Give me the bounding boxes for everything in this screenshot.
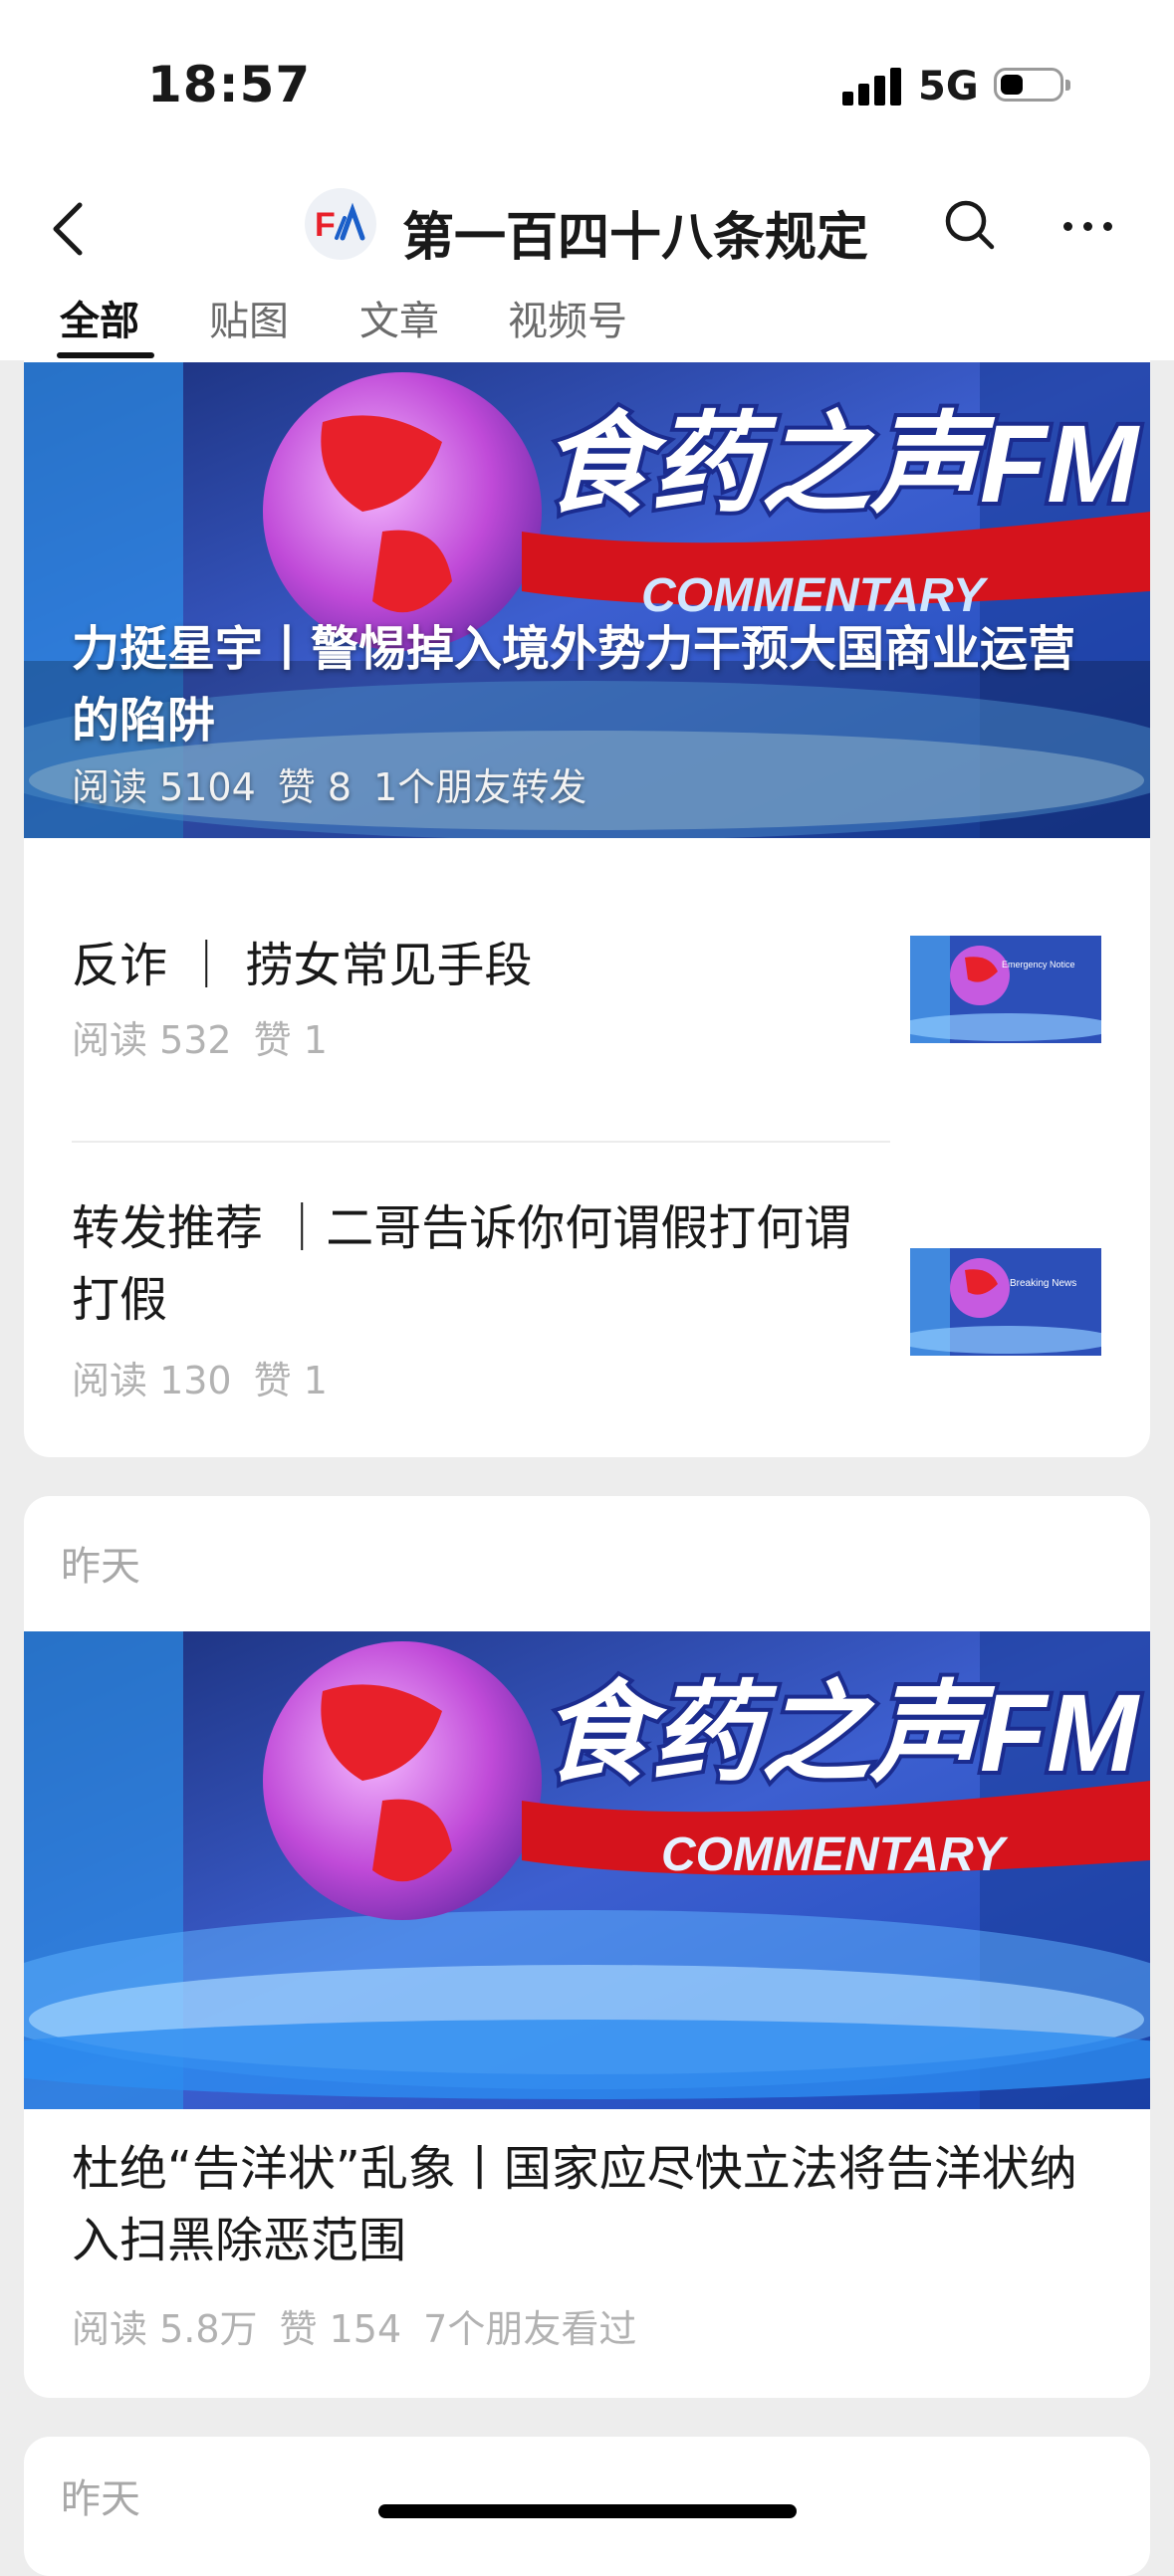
home-indicator[interactable] [378,2504,797,2518]
featured-title[interactable]: 杜绝“告洋状”乱象丨国家应尽快立法将告洋状纳入扫黑除恶范围 [72,2133,1107,2276]
top-bar: 18:57 5G F 第一百四十八条规定 全部 贴图 文章 视频号 [0,0,1174,360]
row-divider [72,1141,890,1143]
account-logo-icon: F [315,202,365,244]
like-count: 赞 1 [253,1359,328,1402]
like-count: 赞 1 [253,1018,328,1062]
featured-article[interactable]: 食药之声FM COMMENTARY 力挺星宇丨警惕掉入境外势力干预大国商业运营的… [24,362,1150,838]
group-date: 昨天 [61,1544,140,1590]
tab-channels[interactable]: 视频号 [508,289,627,346]
account-name: 第一百四十八条规定 [402,208,869,268]
read-count: 阅读 532 [72,1018,232,1062]
article-title: 反诈 ｜ 捞女常见手段 [72,938,533,993]
commentary-text: COMMENTARY [661,1828,1009,1881]
thumb-caption: Emergency Notice [1002,960,1075,969]
cellular-signal-icon [842,68,902,106]
logo-letter: F [315,206,336,244]
read-count: 阅读 130 [72,1359,232,1402]
friend-activity: 1个朋友转发 [373,765,587,809]
group-date: 昨天 [61,2476,140,2522]
search-icon [945,200,995,250]
featured-article-cover[interactable]: 食药之声FM COMMENTARY [24,1631,1150,2109]
more-options-button[interactable] [1057,195,1117,255]
thumb-caption: Breaking News [1010,1278,1076,1289]
cover-image: 食药之声FM COMMENTARY [24,1631,1150,2109]
article-title: 转发推荐 ｜二哥告诉你何谓假打何谓打假 [72,1200,852,1328]
article-thumbnail: Breaking News [910,1248,1101,1356]
featured-meta: 阅读 5104 赞 8 1个朋友转发 [72,756,587,811]
account-avatar[interactable]: F [305,188,376,260]
featured-title: 力挺星宇丨警惕掉入境外势力干预大国商业运营的陷阱 [72,621,1076,749]
tab-images[interactable]: 贴图 [209,289,289,346]
battery-icon [994,68,1070,102]
read-count: 阅读 5.8万 [72,2307,258,2351]
search-button[interactable] [940,195,1000,255]
article-row-1[interactable]: 反诈 ｜ 捞女常见手段 阅读 532 赞 1 Emergency Notice [24,838,1150,1127]
friend-activity: 7个朋友看过 [423,2307,637,2351]
status-time: 18:57 [147,56,312,113]
article-thumbnail: Emergency Notice [910,936,1101,1043]
like-count: 赞 154 [279,2307,402,2351]
brand-text: 食药之声FM [542,1672,1140,1795]
read-count: 阅读 5104 [72,765,256,809]
tab-bar: 全部 贴图 文章 视频号 [0,289,1174,360]
featured-meta: 阅读 5.8万赞 154 7个朋友看过 [72,2298,636,2353]
article-meta: 阅读 532 赞 1 [72,1009,328,1064]
network-type: 5G [918,64,979,109]
tab-all[interactable]: 全部 [60,289,139,346]
tab-articles[interactable]: 文章 [359,289,439,346]
article-meta: 阅读 130 赞 1 [72,1350,328,1404]
brand-text: 食药之声FM [542,403,1140,526]
active-tab-indicator [57,352,154,358]
chevron-left-icon [53,202,83,256]
back-button[interactable] [44,189,104,269]
like-count: 赞 8 [277,765,352,809]
article-group-card: 昨天 食药之声FM COMMENTARY 杜绝“告洋状”乱象丨国家应尽快立法将告… [24,1496,1150,2398]
article-row-2[interactable]: 转发推荐 ｜二哥告诉你何谓假打何谓打假 阅读 130 赞 1 Breaking N… [24,1145,1150,1453]
